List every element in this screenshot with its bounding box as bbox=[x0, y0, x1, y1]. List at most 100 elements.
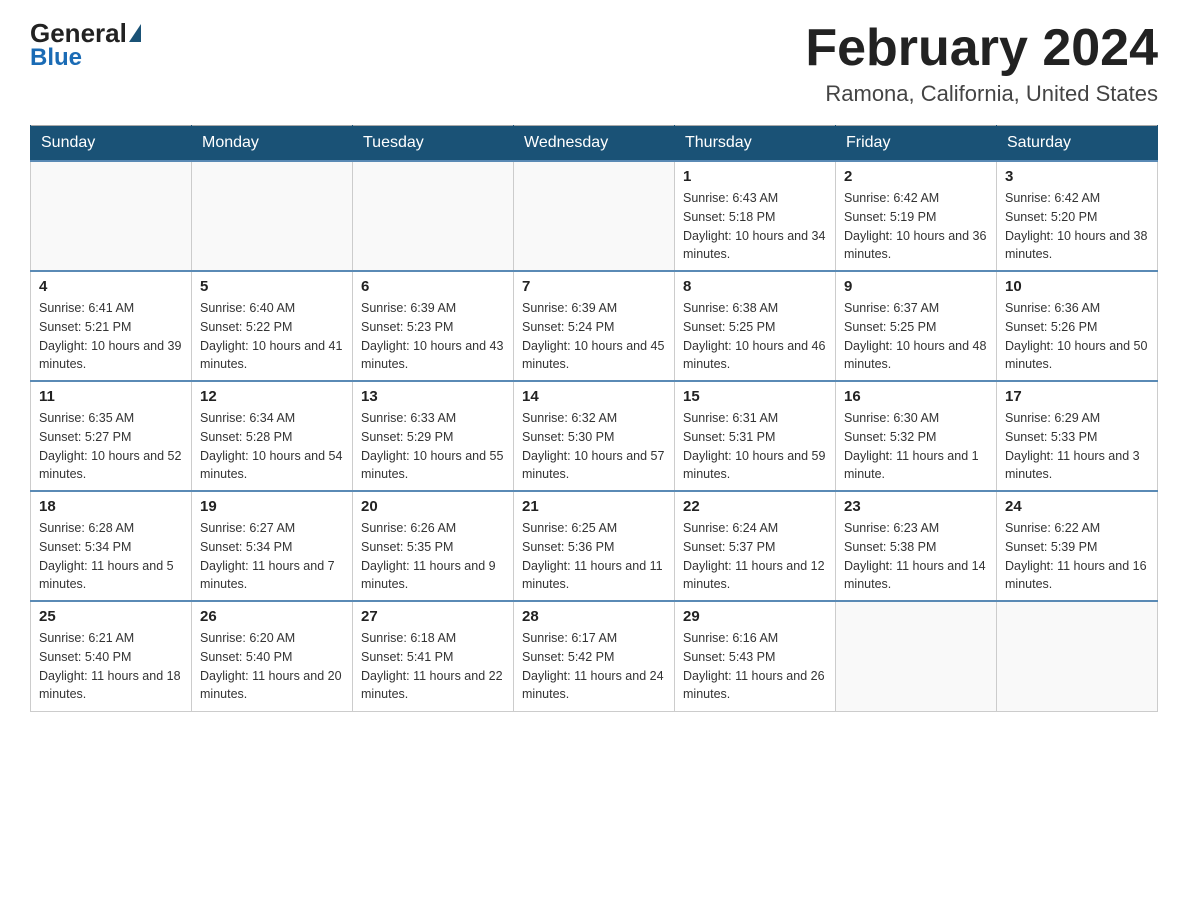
day-info: Sunrise: 6:37 AMSunset: 5:25 PMDaylight:… bbox=[844, 299, 988, 374]
calendar-day-cell bbox=[353, 161, 514, 271]
calendar-day-cell: 2 Sunrise: 6:42 AMSunset: 5:19 PMDaylight… bbox=[836, 161, 997, 271]
calendar-day-cell: 17 Sunrise: 6:29 AMSunset: 5:33 PMDayligh… bbox=[997, 381, 1158, 491]
page-subtitle: Ramona, California, United States bbox=[805, 81, 1158, 107]
day-number: 3 bbox=[1005, 168, 1149, 185]
calendar-day-cell: 29 Sunrise: 6:16 AMSunset: 5:43 PMDayligh… bbox=[675, 601, 836, 711]
calendar-header-tuesday: Tuesday bbox=[353, 126, 514, 162]
calendar-day-cell: 26 Sunrise: 6:20 AMSunset: 5:40 PMDayligh… bbox=[192, 601, 353, 711]
day-number: 12 bbox=[200, 388, 344, 405]
day-info: Sunrise: 6:22 AMSunset: 5:39 PMDaylight:… bbox=[1005, 519, 1149, 594]
calendar-day-cell: 24 Sunrise: 6:22 AMSunset: 5:39 PMDayligh… bbox=[997, 491, 1158, 601]
day-number: 23 bbox=[844, 498, 988, 515]
day-number: 27 bbox=[361, 608, 505, 625]
day-info: Sunrise: 6:31 AMSunset: 5:31 PMDaylight:… bbox=[683, 409, 827, 484]
day-info: Sunrise: 6:42 AMSunset: 5:19 PMDaylight:… bbox=[844, 189, 988, 264]
calendar-header-thursday: Thursday bbox=[675, 126, 836, 162]
calendar-day-cell: 1 Sunrise: 6:43 AMSunset: 5:18 PMDaylight… bbox=[675, 161, 836, 271]
calendar-day-cell bbox=[514, 161, 675, 271]
day-info: Sunrise: 6:41 AMSunset: 5:21 PMDaylight:… bbox=[39, 299, 183, 374]
day-info: Sunrise: 6:35 AMSunset: 5:27 PMDaylight:… bbox=[39, 409, 183, 484]
day-number: 18 bbox=[39, 498, 183, 515]
calendar-day-cell: 28 Sunrise: 6:17 AMSunset: 5:42 PMDayligh… bbox=[514, 601, 675, 711]
calendar-week-row: 18 Sunrise: 6:28 AMSunset: 5:34 PMDayligh… bbox=[31, 491, 1158, 601]
calendar-header-friday: Friday bbox=[836, 126, 997, 162]
day-number: 1 bbox=[683, 168, 827, 185]
day-info: Sunrise: 6:23 AMSunset: 5:38 PMDaylight:… bbox=[844, 519, 988, 594]
day-number: 20 bbox=[361, 498, 505, 515]
calendar-header-sunday: Sunday bbox=[31, 126, 192, 162]
calendar-day-cell: 21 Sunrise: 6:25 AMSunset: 5:36 PMDayligh… bbox=[514, 491, 675, 601]
day-number: 7 bbox=[522, 278, 666, 295]
day-info: Sunrise: 6:17 AMSunset: 5:42 PMDaylight:… bbox=[522, 629, 666, 704]
calendar-day-cell: 10 Sunrise: 6:36 AMSunset: 5:26 PMDayligh… bbox=[997, 271, 1158, 381]
calendar-day-cell: 19Sunrise: 6:27 AMSunset: 5:34 PMDayligh… bbox=[192, 491, 353, 601]
calendar-day-cell: 11 Sunrise: 6:35 AMSunset: 5:27 PMDayligh… bbox=[31, 381, 192, 491]
logo-general-text: General bbox=[30, 20, 127, 46]
day-info: Sunrise: 6:24 AMSunset: 5:37 PMDaylight:… bbox=[683, 519, 827, 594]
calendar-week-row: 4 Sunrise: 6:41 AMSunset: 5:21 PMDaylight… bbox=[31, 271, 1158, 381]
day-number: 15 bbox=[683, 388, 827, 405]
calendar-week-row: 11 Sunrise: 6:35 AMSunset: 5:27 PMDayligh… bbox=[31, 381, 1158, 491]
day-info: Sunrise: 6:16 AMSunset: 5:43 PMDaylight:… bbox=[683, 629, 827, 704]
day-info: Sunrise: 6:30 AMSunset: 5:32 PMDaylight:… bbox=[844, 409, 988, 484]
day-info: Sunrise: 6:42 AMSunset: 5:20 PMDaylight:… bbox=[1005, 189, 1149, 264]
day-number: 11 bbox=[39, 388, 183, 405]
day-number: 17 bbox=[1005, 388, 1149, 405]
day-info: Sunrise: 6:39 AMSunset: 5:23 PMDaylight:… bbox=[361, 299, 505, 374]
day-number: 9 bbox=[844, 278, 988, 295]
calendar-header-row: SundayMondayTuesdayWednesdayThursdayFrid… bbox=[31, 126, 1158, 162]
day-number: 25 bbox=[39, 608, 183, 625]
day-number: 13 bbox=[361, 388, 505, 405]
day-number: 2 bbox=[844, 168, 988, 185]
calendar-day-cell: 20 Sunrise: 6:26 AMSunset: 5:35 PMDayligh… bbox=[353, 491, 514, 601]
day-number: 19 bbox=[200, 498, 344, 515]
day-info: Sunrise: 6:38 AMSunset: 5:25 PMDaylight:… bbox=[683, 299, 827, 374]
day-number: 22 bbox=[683, 498, 827, 515]
calendar-day-cell: 4 Sunrise: 6:41 AMSunset: 5:21 PMDaylight… bbox=[31, 271, 192, 381]
day-number: 10 bbox=[1005, 278, 1149, 295]
calendar-day-cell: 13Sunrise: 6:33 AMSunset: 5:29 PMDayligh… bbox=[353, 381, 514, 491]
day-info: Sunrise: 6:34 AMSunset: 5:28 PMDaylight:… bbox=[200, 409, 344, 484]
calendar-day-cell: 7Sunrise: 6:39 AMSunset: 5:24 PMDaylight… bbox=[514, 271, 675, 381]
calendar-day-cell: 22 Sunrise: 6:24 AMSunset: 5:37 PMDayligh… bbox=[675, 491, 836, 601]
day-info: Sunrise: 6:40 AMSunset: 5:22 PMDaylight:… bbox=[200, 299, 344, 374]
day-info: Sunrise: 6:18 AMSunset: 5:41 PMDaylight:… bbox=[361, 629, 505, 704]
day-info: Sunrise: 6:26 AMSunset: 5:35 PMDaylight:… bbox=[361, 519, 505, 594]
calendar-week-row: 1 Sunrise: 6:43 AMSunset: 5:18 PMDaylight… bbox=[31, 161, 1158, 271]
day-info: Sunrise: 6:29 AMSunset: 5:33 PMDaylight:… bbox=[1005, 409, 1149, 484]
calendar-header-saturday: Saturday bbox=[997, 126, 1158, 162]
day-info: Sunrise: 6:43 AMSunset: 5:18 PMDaylight:… bbox=[683, 189, 827, 264]
calendar-day-cell: 16 Sunrise: 6:30 AMSunset: 5:32 PMDayligh… bbox=[836, 381, 997, 491]
day-number: 26 bbox=[200, 608, 344, 625]
calendar-day-cell: 25 Sunrise: 6:21 AMSunset: 5:40 PMDayligh… bbox=[31, 601, 192, 711]
day-number: 6 bbox=[361, 278, 505, 295]
day-info: Sunrise: 6:36 AMSunset: 5:26 PMDaylight:… bbox=[1005, 299, 1149, 374]
day-number: 21 bbox=[522, 498, 666, 515]
day-number: 4 bbox=[39, 278, 183, 295]
calendar-day-cell: 18 Sunrise: 6:28 AMSunset: 5:34 PMDayligh… bbox=[31, 491, 192, 601]
calendar-day-cell bbox=[31, 161, 192, 271]
day-info: Sunrise: 6:21 AMSunset: 5:40 PMDaylight:… bbox=[39, 629, 183, 704]
day-number: 14 bbox=[522, 388, 666, 405]
calendar-day-cell: 5 Sunrise: 6:40 AMSunset: 5:22 PMDaylight… bbox=[192, 271, 353, 381]
day-number: 8 bbox=[683, 278, 827, 295]
page-title: February 2024 bbox=[805, 20, 1158, 77]
day-number: 5 bbox=[200, 278, 344, 295]
day-number: 16 bbox=[844, 388, 988, 405]
day-number: 29 bbox=[683, 608, 827, 625]
page-header: General Blue February 2024 Ramona, Calif… bbox=[30, 20, 1158, 107]
day-number: 24 bbox=[1005, 498, 1149, 515]
day-info: Sunrise: 6:28 AMSunset: 5:34 PMDaylight:… bbox=[39, 519, 183, 594]
calendar-header-monday: Monday bbox=[192, 126, 353, 162]
day-info: Sunrise: 6:32 AMSunset: 5:30 PMDaylight:… bbox=[522, 409, 666, 484]
calendar-day-cell: 15 Sunrise: 6:31 AMSunset: 5:31 PMDayligh… bbox=[675, 381, 836, 491]
calendar-day-cell bbox=[836, 601, 997, 711]
day-info: Sunrise: 6:25 AMSunset: 5:36 PMDaylight:… bbox=[522, 519, 666, 594]
calendar-week-row: 25 Sunrise: 6:21 AMSunset: 5:40 PMDayligh… bbox=[31, 601, 1158, 711]
calendar-day-cell: 12 Sunrise: 6:34 AMSunset: 5:28 PMDayligh… bbox=[192, 381, 353, 491]
calendar-day-cell: 23 Sunrise: 6:23 AMSunset: 5:38 PMDayligh… bbox=[836, 491, 997, 601]
calendar-day-cell: 8 Sunrise: 6:38 AMSunset: 5:25 PMDaylight… bbox=[675, 271, 836, 381]
calendar-table: SundayMondayTuesdayWednesdayThursdayFrid… bbox=[30, 125, 1158, 712]
day-info: Sunrise: 6:20 AMSunset: 5:40 PMDaylight:… bbox=[200, 629, 344, 704]
day-number: 28 bbox=[522, 608, 666, 625]
